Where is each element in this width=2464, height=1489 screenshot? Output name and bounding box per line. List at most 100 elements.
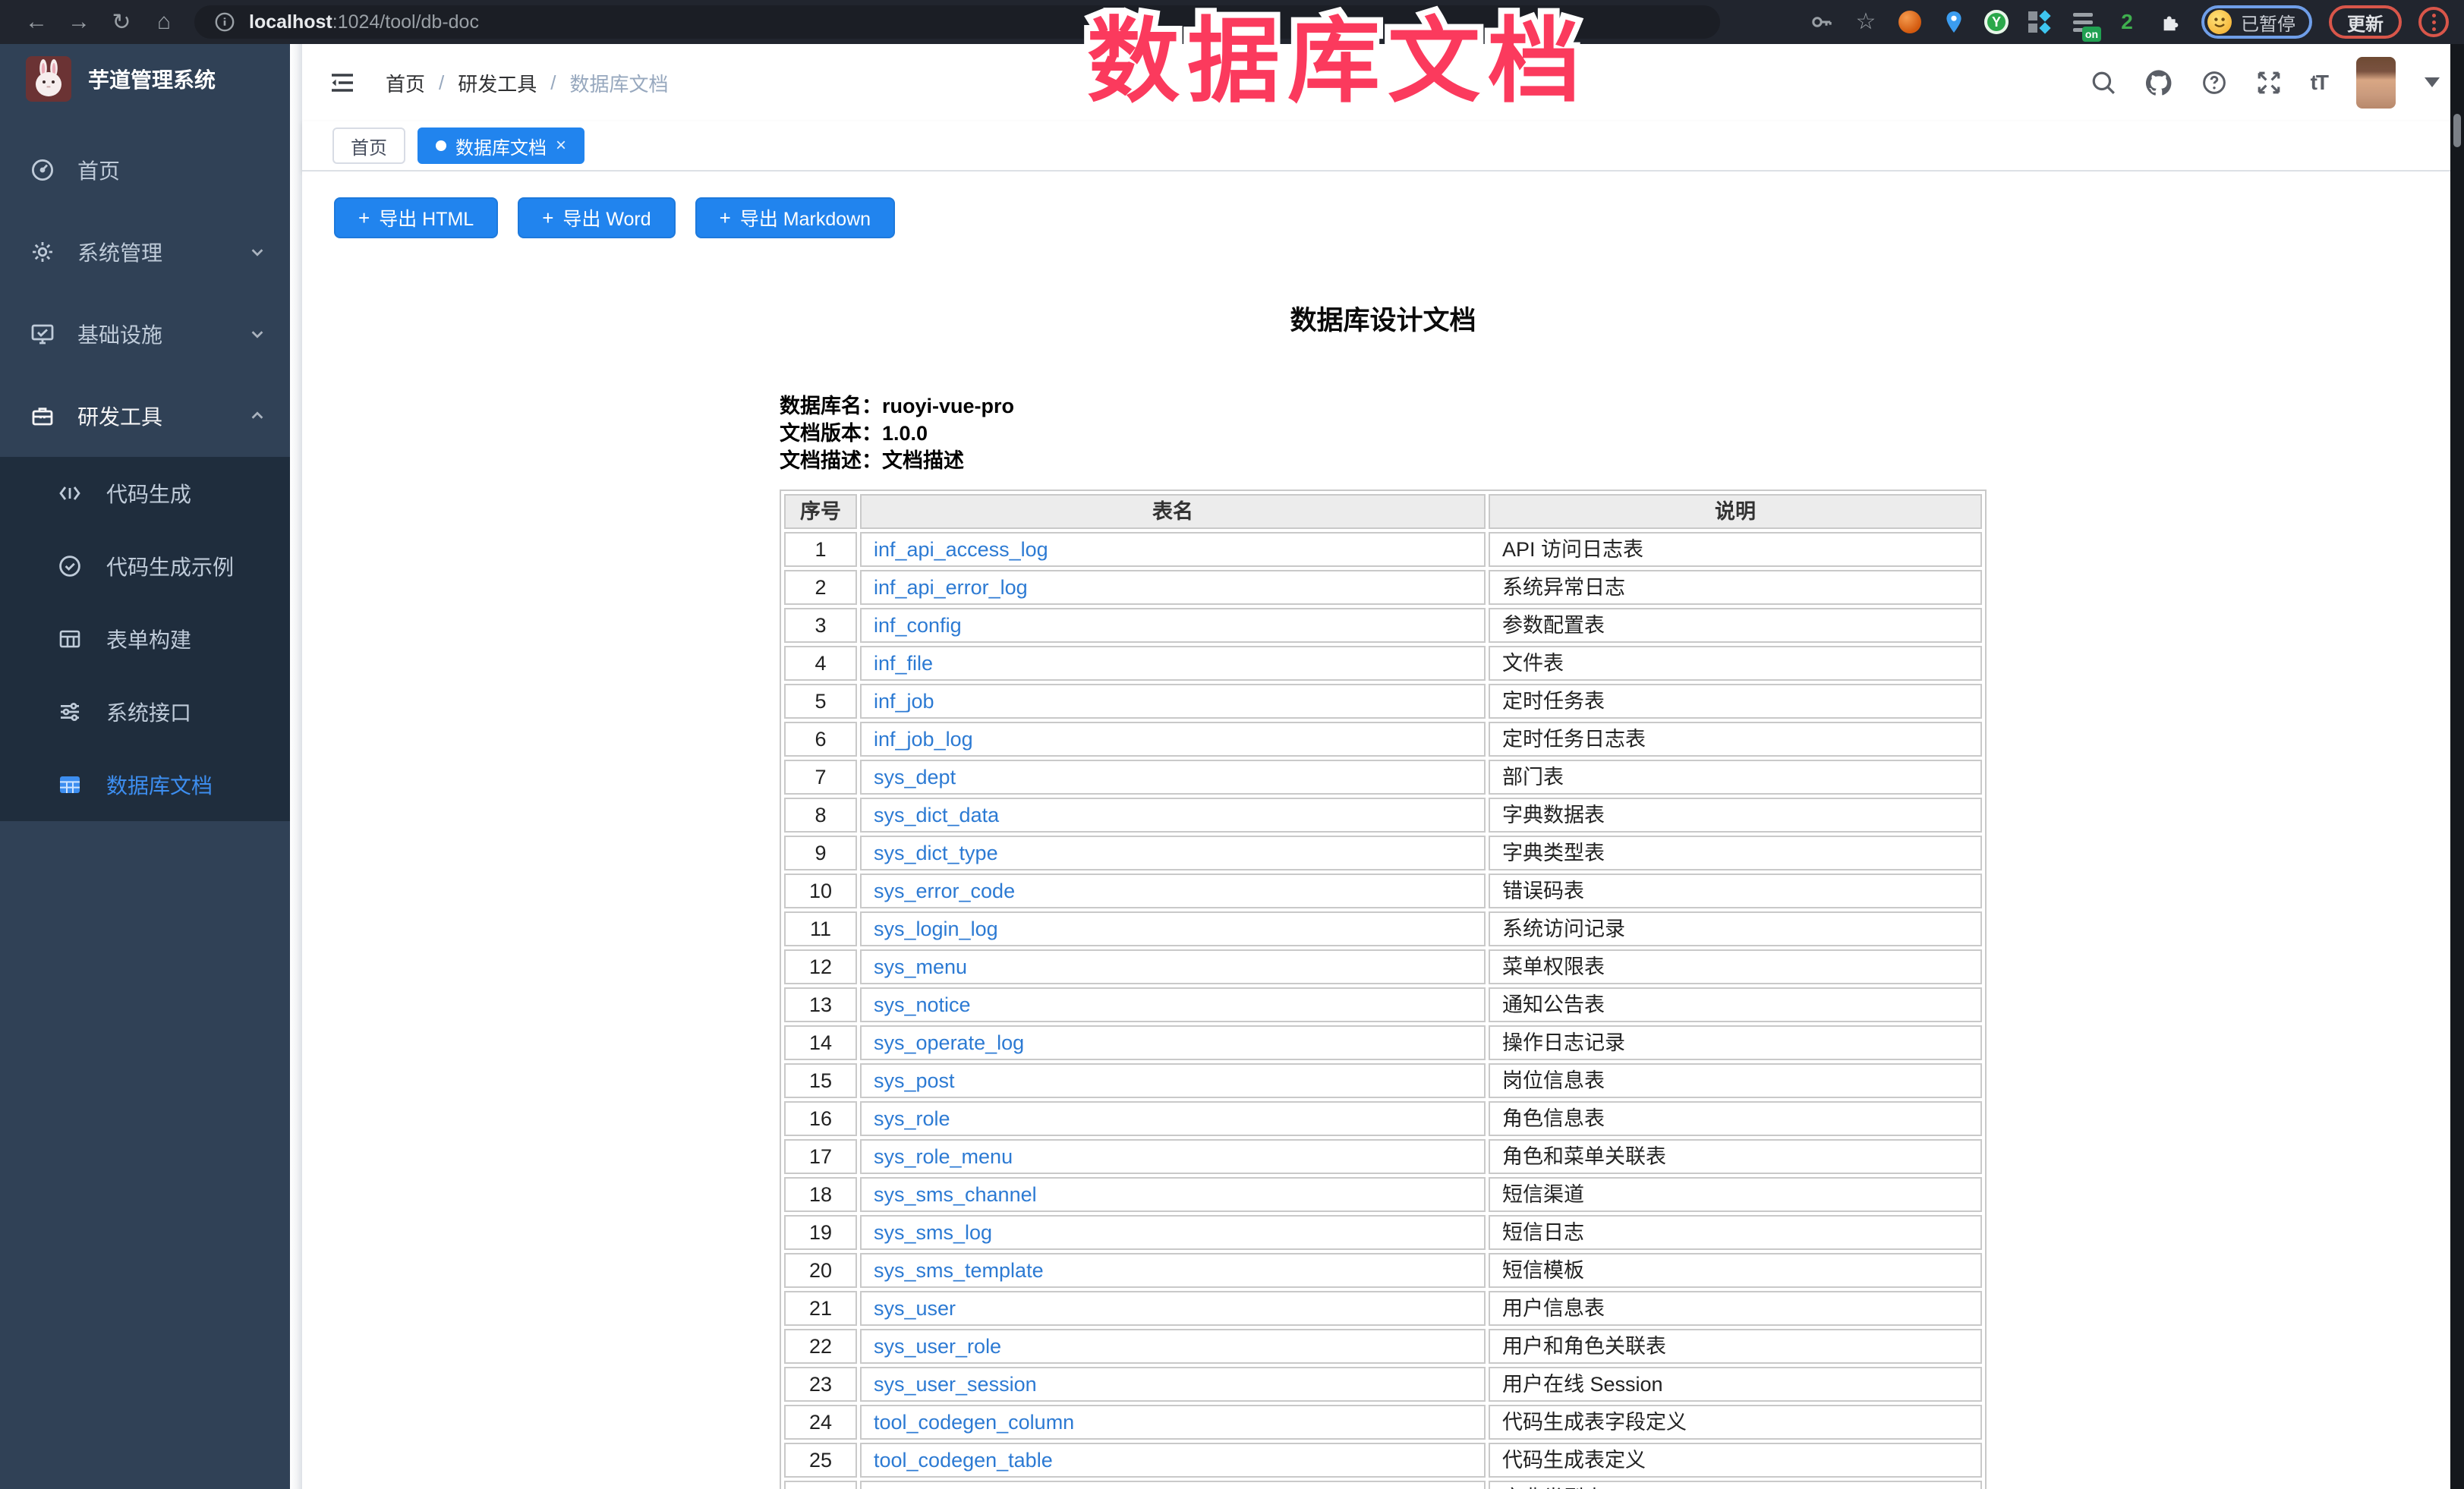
font-size-icon[interactable]: tT: [2311, 71, 2327, 95]
meta-doc-desc: 文档描述：文档描述: [780, 447, 1987, 474]
export-markdown-button[interactable]: + 导出 Markdown: [695, 197, 895, 238]
sidebar-item-codegen-demo[interactable]: 代码生成示例: [0, 530, 290, 603]
table-description: 文件表: [1489, 646, 1982, 681]
menu-fold-icon[interactable]: [320, 61, 364, 104]
list-on-extension-icon[interactable]: on: [2069, 8, 2097, 36]
table-name-link[interactable]: sys_sms_channel: [874, 1183, 1037, 1206]
orange-ball-extension-icon[interactable]: [1896, 8, 1924, 36]
table-name-link[interactable]: tool_codegen_column: [874, 1411, 1074, 1434]
breadcrumb-home[interactable]: 首页: [386, 69, 425, 97]
user-avatar[interactable]: [2356, 57, 2396, 109]
table-name-link[interactable]: sys_user_session: [874, 1373, 1037, 1396]
table-description: 角色信息表: [1489, 1101, 1982, 1136]
table-name-link[interactable]: sys_operate_log: [874, 1031, 1024, 1054]
sidebar-item-home[interactable]: 首页: [0, 129, 290, 211]
address-bar[interactable]: localhost:1024/tool/db-doc: [194, 5, 1720, 39]
update-button[interactable]: 更新: [2329, 5, 2402, 39]
table-name-link[interactable]: sys_dept: [874, 766, 956, 789]
search-icon[interactable]: [2091, 70, 2116, 96]
table-name-link[interactable]: inf_api_error_log: [874, 576, 1028, 599]
fullscreen-icon[interactable]: [2256, 70, 2282, 96]
tabs-bar: 首页 数据库文档 ×: [302, 121, 2464, 172]
tab-db-doc[interactable]: 数据库文档 ×: [417, 127, 584, 164]
table-row: 13 sys_notice 通知公告表: [784, 987, 1982, 1022]
row-index: 17: [784, 1139, 857, 1174]
table-name-link[interactable]: tool_codegen_table: [874, 1449, 1053, 1472]
paused-label: 已暂停: [2241, 9, 2295, 36]
gear-icon: [30, 240, 55, 264]
table-name-link[interactable]: inf_file: [874, 652, 933, 675]
back-icon[interactable]: ←: [15, 4, 58, 40]
profile-paused-chip[interactable]: 已暂停: [2201, 5, 2312, 39]
tab-close-icon[interactable]: ×: [556, 137, 566, 155]
extensions-puzzle-icon[interactable]: [2157, 8, 2185, 36]
sidebar-scrollbar[interactable]: [290, 44, 302, 1489]
sidebar-item-form-builder[interactable]: 表单构建: [0, 603, 290, 675]
export-word-button[interactable]: + 导出 Word: [518, 197, 675, 238]
table-name-link[interactable]: sys_dict_type: [874, 842, 998, 864]
table-name-link[interactable]: sys_login_log: [874, 918, 998, 940]
toolbox-icon: [30, 404, 55, 428]
row-index: 14: [784, 1025, 857, 1060]
site-info-icon[interactable]: [213, 11, 237, 33]
dashboard-icon: [30, 158, 55, 182]
chevron-down-icon[interactable]: [2425, 77, 2440, 88]
table-name-link[interactable]: sys_post: [874, 1069, 955, 1092]
row-index: 16: [784, 1101, 857, 1136]
sidebar-item-infra[interactable]: 基础设施: [0, 293, 290, 375]
tab-home[interactable]: 首页: [332, 127, 405, 164]
sidebar-item-devtools[interactable]: 研发工具: [0, 375, 290, 457]
green-y-extension-icon[interactable]: Y: [1984, 10, 2009, 34]
table-description: 用户在线 Session: [1489, 1367, 1982, 1402]
table-description: 短信模板: [1489, 1253, 1982, 1288]
row-index: 11: [784, 911, 857, 946]
table-name-link[interactable]: sys_user: [874, 1297, 956, 1320]
github-icon[interactable]: [2145, 69, 2173, 96]
table-name-link[interactable]: sys_role_menu: [874, 1145, 1013, 1168]
sidebar-item-label: 研发工具: [77, 401, 226, 431]
browser-toolbar: ← → ↻ ⌂ localhost:1024/tool/db-doc ☆ Y o…: [0, 0, 2464, 44]
row-index: 24: [784, 1405, 857, 1440]
browser-menu-kebab-icon[interactable]: [2418, 7, 2449, 37]
table-name-link[interactable]: sys_role: [874, 1107, 950, 1130]
table-name-link[interactable]: inf_job: [874, 690, 934, 713]
scrollbar-thumb[interactable]: [2453, 114, 2461, 147]
key-icon[interactable]: [1808, 8, 1835, 36]
table-description: 操作日志记录: [1489, 1025, 1982, 1060]
table-description: 定时任务表: [1489, 684, 1982, 719]
table-name-link[interactable]: inf_api_access_log: [874, 538, 1048, 561]
table-name-link[interactable]: inf_job_log: [874, 728, 973, 751]
sidebar-item-system[interactable]: 系统管理: [0, 211, 290, 293]
pin-extension-icon[interactable]: [1940, 8, 1968, 36]
green-2-extension-icon[interactable]: 2: [2113, 8, 2141, 36]
table-name-link[interactable]: sys_dict_data: [874, 804, 999, 826]
sidebar-item-api[interactable]: 系统接口: [0, 675, 290, 748]
forward-icon[interactable]: →: [58, 4, 100, 40]
blocks-extension-icon[interactable]: [2025, 8, 2053, 36]
table-name-link[interactable]: sys_error_code: [874, 880, 1015, 902]
bookmark-star-icon[interactable]: ☆: [1852, 8, 1880, 36]
home-icon[interactable]: ⌂: [143, 4, 185, 40]
export-html-button[interactable]: + 导出 HTML: [334, 197, 498, 238]
app-logo[interactable]: 芋道管理系统: [0, 44, 290, 114]
table-description: 字典类型表: [1489, 1481, 1982, 1489]
table-name-link[interactable]: sys_user_role: [874, 1335, 1001, 1358]
devtools-submenu: 代码生成 代码生成示例 表单构建: [0, 457, 290, 821]
sidebar-item-db-doc[interactable]: 数据库文档: [0, 748, 290, 821]
table-name-link[interactable]: sys_notice: [874, 993, 971, 1016]
table-row: 12 sys_menu 菜单权限表: [784, 949, 1982, 984]
page-scrollbar[interactable]: [2450, 44, 2464, 1489]
profile-emoji-icon: [2207, 10, 2232, 34]
table-name-link[interactable]: inf_config: [874, 614, 962, 637]
breadcrumb-devtools[interactable]: 研发工具: [458, 69, 537, 97]
table-description: 角色和菜单关联表: [1489, 1139, 1982, 1174]
reload-icon[interactable]: ↻: [100, 4, 143, 40]
sidebar-item-codegen[interactable]: 代码生成: [0, 457, 290, 530]
table-row: 22 sys_user_role 用户和角色关联表: [784, 1329, 1982, 1364]
table-name-link[interactable]: sys_sms_template: [874, 1259, 1044, 1282]
table-name-link[interactable]: sys_sms_log: [874, 1221, 992, 1244]
table-name-link[interactable]: sys_menu: [874, 955, 967, 978]
table-row: 18 sys_sms_channel 短信渠道: [784, 1177, 1982, 1212]
button-label: 导出 Word: [562, 204, 651, 231]
help-icon[interactable]: [2201, 70, 2227, 96]
